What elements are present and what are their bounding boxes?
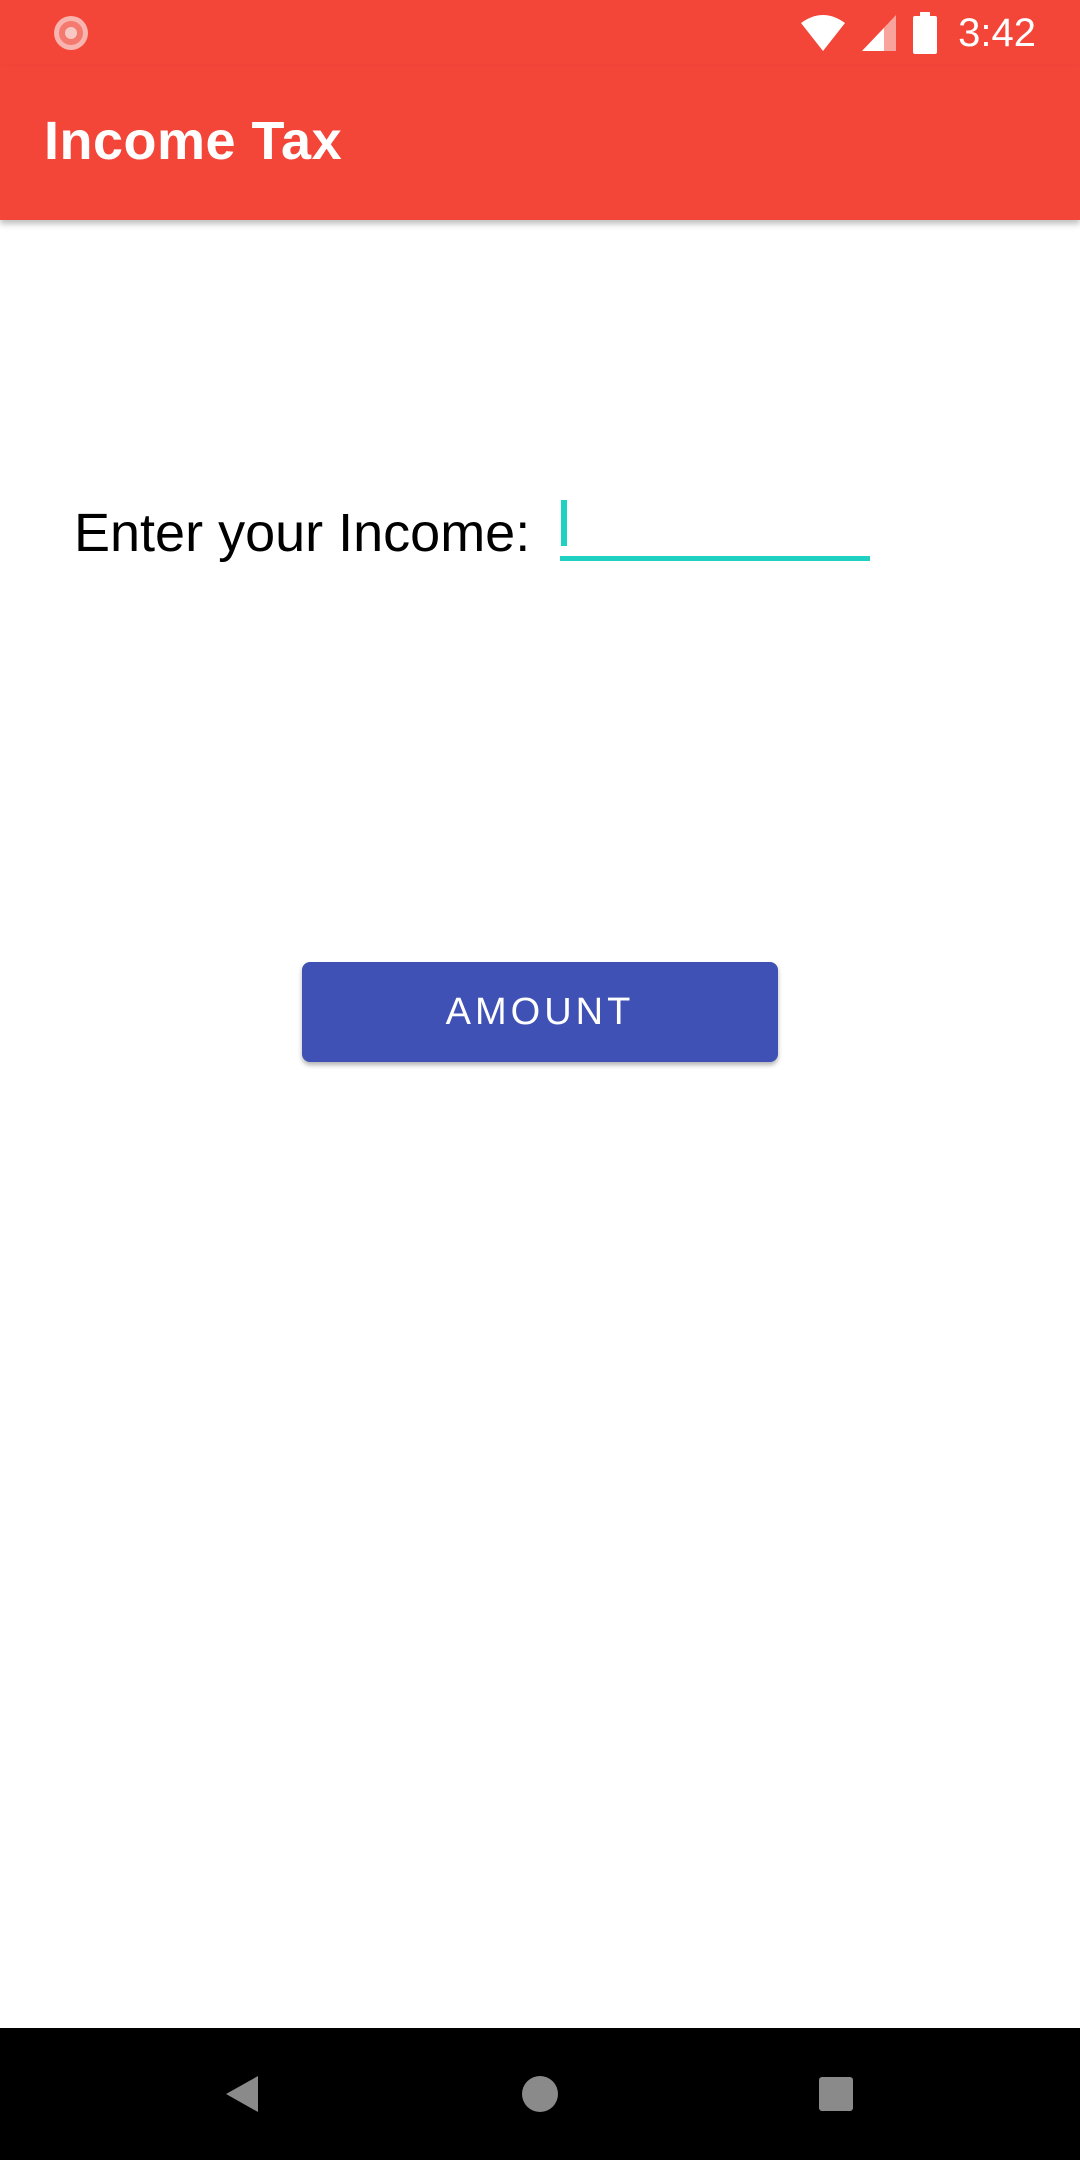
income-input[interactable] — [560, 496, 870, 556]
home-icon[interactable] — [510, 2064, 570, 2124]
navigation-bar — [0, 2028, 1080, 2160]
cell-signal-icon — [862, 15, 897, 51]
app-notification-icon — [54, 16, 88, 50]
status-clock: 3:42 — [958, 10, 1036, 55]
status-icons: 3:42 — [800, 8, 1036, 58]
wifi-icon — [801, 15, 846, 51]
screen: 3:42 Income Tax Enter your Income: AMOUN… — [0, 0, 1080, 2160]
recents-icon[interactable] — [806, 2064, 866, 2124]
back-icon[interactable] — [212, 2064, 272, 2124]
income-field-underline — [560, 556, 870, 561]
income-field[interactable] — [560, 496, 870, 562]
app-bar: Income Tax — [0, 66, 1080, 220]
status-bar: 3:42 — [0, 0, 1080, 66]
amount-button[interactable]: AMOUNT — [302, 962, 778, 1062]
text-cursor — [561, 500, 567, 546]
battery-icon — [913, 12, 938, 54]
app-title: Income Tax — [44, 111, 343, 171]
income-label: Enter your Income: — [74, 503, 531, 563]
